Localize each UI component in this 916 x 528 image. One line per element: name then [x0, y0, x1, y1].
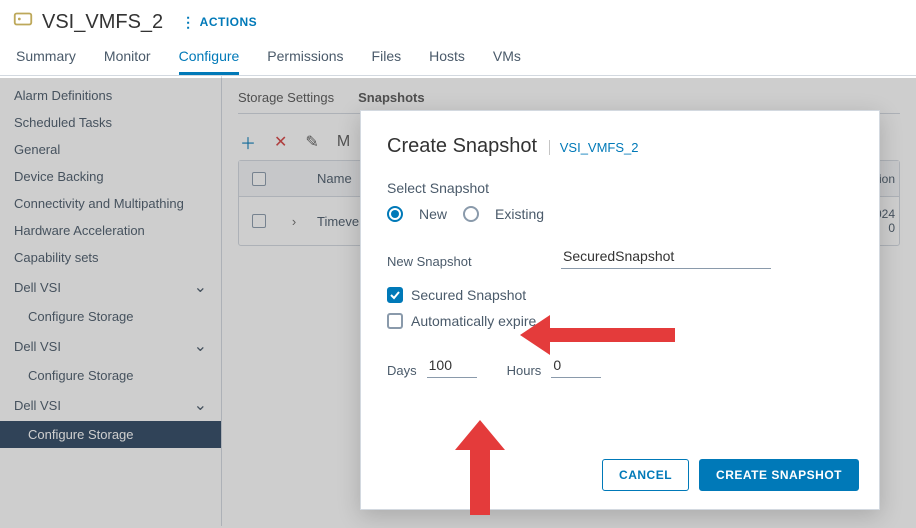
kebab-icon: ⋮ — [181, 15, 196, 29]
select-snapshot-label: Select Snapshot — [387, 180, 853, 196]
hours-label: Hours — [507, 363, 542, 378]
modal-title: Create Snapshot — [387, 135, 537, 158]
tab-monitor[interactable]: Monitor — [104, 40, 151, 75]
radio-new[interactable] — [387, 206, 403, 222]
tab-permissions[interactable]: Permissions — [267, 40, 343, 75]
modal-footer: CANCEL CREATE SNAPSHOT — [602, 459, 859, 491]
days-label: Days — [387, 363, 417, 378]
auto-expire-label: Automatically expire — [411, 313, 536, 329]
radio-existing[interactable] — [463, 206, 479, 222]
new-snapshot-label: New Snapshot — [387, 254, 537, 269]
create-snapshot-modal: Create Snapshot VSI_VMFS_2 Select Snapsh… — [360, 110, 880, 510]
auto-expire-checkbox[interactable] — [387, 313, 403, 329]
cancel-button[interactable]: CANCEL — [602, 459, 689, 491]
tab-vms[interactable]: VMs — [493, 40, 521, 75]
modal-context[interactable]: VSI_VMFS_2 — [549, 140, 639, 155]
tab-configure[interactable]: Configure — [179, 40, 240, 75]
actions-menu[interactable]: ⋮ ACTIONS — [181, 15, 257, 29]
actions-label: ACTIONS — [200, 15, 258, 29]
days-input[interactable] — [427, 353, 477, 378]
create-snapshot-button[interactable]: CREATE SNAPSHOT — [699, 459, 859, 491]
page-title-text: VSI_VMFS_2 — [42, 11, 163, 34]
hours-input[interactable] — [551, 353, 601, 378]
main-tabs: Summary Monitor Configure Permissions Fi… — [0, 40, 916, 76]
radio-existing-label: Existing — [495, 206, 544, 222]
new-snapshot-input[interactable] — [561, 244, 771, 269]
tab-files[interactable]: Files — [372, 40, 402, 75]
tab-summary[interactable]: Summary — [16, 40, 76, 75]
datastore-icon — [12, 8, 34, 36]
snapshot-type-radio-group: New Existing — [387, 206, 853, 222]
secured-snapshot-label: Secured Snapshot — [411, 287, 526, 303]
page-title: VSI_VMFS_2 — [12, 8, 163, 36]
page-header: VSI_VMFS_2 ⋮ ACTIONS — [0, 0, 916, 40]
secured-snapshot-checkbox[interactable] — [387, 287, 403, 303]
radio-new-label: New — [419, 206, 447, 222]
tab-hosts[interactable]: Hosts — [429, 40, 465, 75]
